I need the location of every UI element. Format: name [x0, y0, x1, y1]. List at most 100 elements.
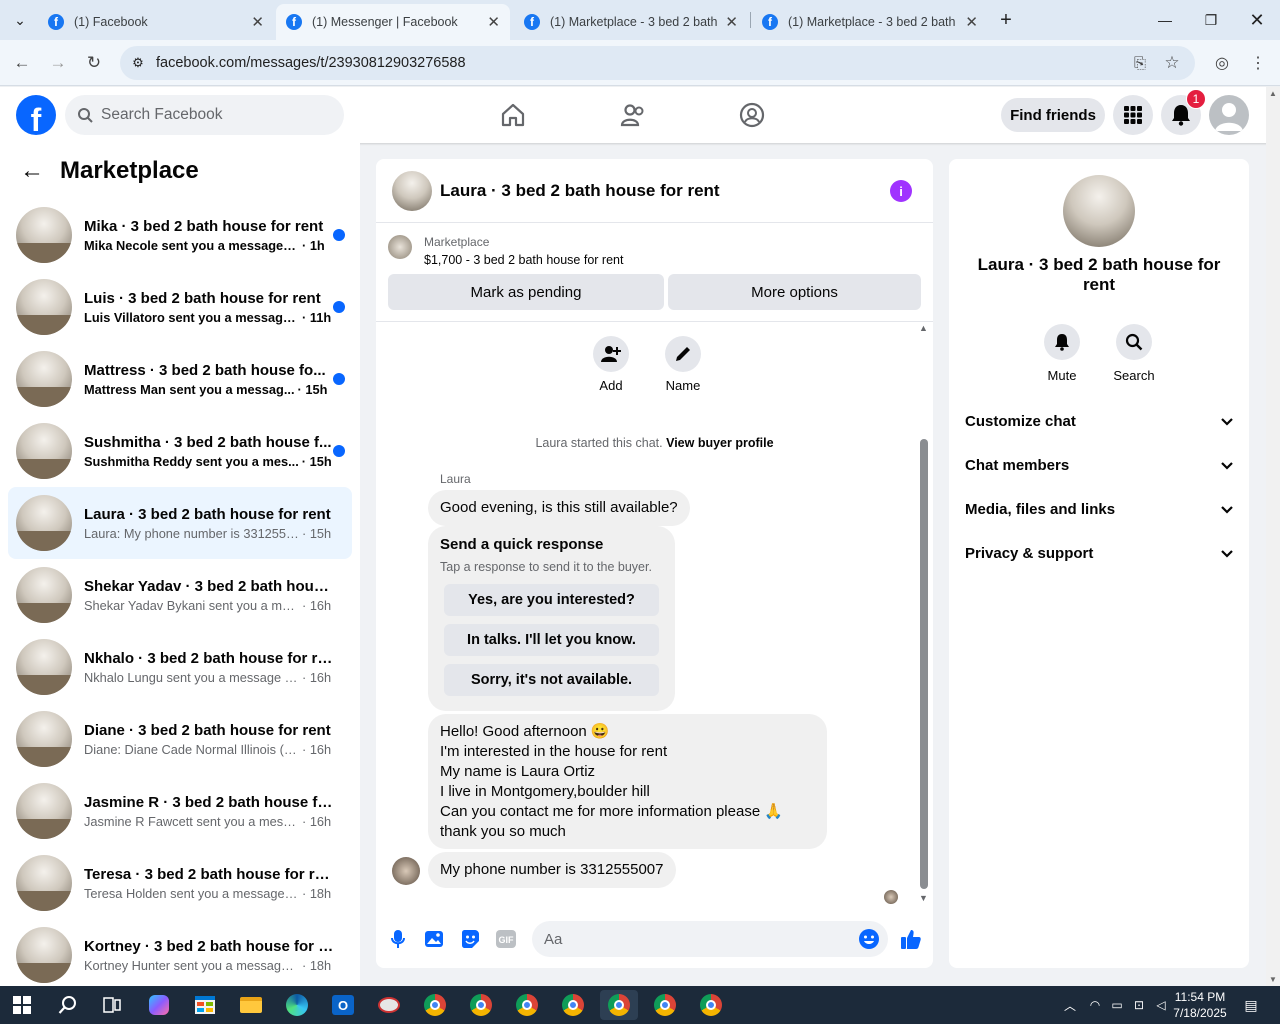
sender-avatar[interactable]: [392, 857, 420, 885]
conversation-item[interactable]: Diane · 3 bed 2 bath house for rent Diane…: [8, 703, 352, 775]
message-bubble[interactable]: My phone number is 3312555007: [428, 852, 676, 888]
close-window-icon[interactable]: ✕: [1234, 0, 1280, 40]
conversation-item[interactable]: Sushmitha · 3 bed 2 bath house f... Sushm…: [8, 415, 352, 487]
minimize-icon[interactable]: —: [1142, 0, 1188, 40]
quick-reply-button[interactable]: In talks. I'll let you know.: [444, 624, 659, 656]
taskbar-search-icon[interactable]: [53, 990, 83, 1020]
photo-icon[interactable]: [422, 927, 446, 951]
system-clock[interactable]: 11:54 PM 7/18/2025: [1170, 989, 1230, 1021]
mark-as-pending-button[interactable]: Mark as pending: [388, 274, 664, 310]
like-thumb-icon[interactable]: [899, 927, 923, 951]
quick-reply-button[interactable]: Sorry, it's not available.: [444, 664, 659, 696]
conversation-item[interactable]: Teresa · 3 bed 2 bath house for rent Tere…: [8, 847, 352, 919]
chrome-profile-icon[interactable]: [466, 990, 496, 1020]
microphone-icon[interactable]: [386, 927, 410, 951]
page-scrollbar[interactable]: ▲ ▼: [1266, 87, 1280, 986]
name-button[interactable]: Name: [653, 336, 713, 393]
chat-scrollbar[interactable]: [920, 439, 928, 889]
search-input[interactable]: Search Facebook: [65, 95, 344, 135]
mute-button[interactable]: Mute: [1032, 324, 1092, 383]
tab-search-icon[interactable]: ⌄: [0, 0, 40, 40]
back-icon[interactable]: ←: [7, 48, 37, 78]
home-icon[interactable]: [497, 99, 529, 131]
message-input[interactable]: Aa: [532, 921, 888, 957]
find-friends-button[interactable]: Find friends: [1001, 98, 1105, 132]
conversation-avatar: [16, 351, 72, 407]
chrome-profile-icon[interactable]: [650, 990, 680, 1020]
notification-center-icon[interactable]: ▤: [1236, 990, 1266, 1020]
tab-title: (1) Marketplace - 3 bed 2 bath h: [788, 15, 958, 29]
conversation-item[interactable]: Laura · 3 bed 2 bath house for rent Laura…: [8, 487, 352, 559]
back-arrow-icon[interactable]: ←: [20, 157, 44, 185]
search-in-chat-button[interactable]: Search: [1104, 324, 1164, 383]
menu-grid-icon[interactable]: [1113, 95, 1153, 135]
chrome-profile-icon[interactable]: [696, 990, 726, 1020]
close-tab-icon[interactable]: ✕: [725, 13, 738, 31]
restore-icon[interactable]: ❐: [1188, 0, 1234, 40]
close-tab-icon[interactable]: ✕: [965, 13, 978, 31]
browser-tab-4[interactable]: f (1) Marketplace - 3 bed 2 bath h ✕: [752, 4, 988, 40]
more-options-button[interactable]: More options: [668, 274, 921, 310]
page-scroll-up-icon[interactable]: ▲: [1266, 89, 1280, 98]
media-files-links-section[interactable]: Media, files and links: [965, 489, 1233, 529]
section-label: Customize chat: [965, 412, 1076, 430]
friends-icon[interactable]: [617, 99, 649, 131]
edge-icon[interactable]: [282, 990, 312, 1020]
browser-tab-3[interactable]: f (1) Marketplace - 3 bed 2 bath h ✕: [514, 4, 748, 40]
outlook-icon[interactable]: O: [328, 990, 358, 1020]
conversation-item[interactable]: Luis · 3 bed 2 bath house for rent Luis V…: [8, 271, 352, 343]
account-avatar[interactable]: [1209, 95, 1249, 135]
emoji-icon[interactable]: [858, 928, 880, 954]
menu-kebab-icon[interactable]: ⋮: [1243, 48, 1273, 78]
chat-members-section[interactable]: Chat members: [965, 445, 1233, 485]
app-icon[interactable]: [374, 990, 404, 1020]
conversation-item[interactable]: Nkhalo · 3 bed 2 bath house for rent Nkha…: [8, 631, 352, 703]
chrome-profile-icon[interactable]: [512, 990, 542, 1020]
bookmark-star-icon[interactable]: ☆: [1157, 48, 1187, 78]
scroll-up-icon[interactable]: ▲: [919, 323, 928, 333]
browser-tab-1[interactable]: f (1) Facebook ✕: [38, 4, 274, 40]
customize-chat-section[interactable]: Customize chat: [965, 401, 1233, 441]
close-tab-icon[interactable]: ✕: [487, 13, 500, 31]
url-field[interactable]: ⚙ facebook.com/messages/t/23930812903276…: [120, 46, 1195, 80]
site-info-icon[interactable]: ⚙: [120, 55, 156, 71]
conversation-item[interactable]: Mika · 3 bed 2 bath house for rent Mika N…: [8, 199, 352, 271]
preview-text: Mattress Man sent you a messag...: [84, 381, 295, 397]
conversation-item[interactable]: Jasmine R · 3 bed 2 bath house for... Jas…: [8, 775, 352, 847]
chrome-active-icon[interactable]: [600, 990, 638, 1020]
message-bubble[interactable]: Good evening, is this still available?: [428, 490, 690, 526]
reload-icon[interactable]: ↻: [79, 48, 109, 78]
facebook-logo[interactable]: f: [16, 95, 56, 135]
close-tab-icon[interactable]: ✕: [251, 13, 264, 31]
chat-avatar[interactable]: [392, 170, 432, 211]
chrome-profile-icon[interactable]: [558, 990, 588, 1020]
profile-avatar[interactable]: [1063, 175, 1135, 247]
task-view-icon[interactable]: [97, 990, 127, 1020]
info-icon[interactable]: i: [890, 180, 912, 202]
page-scroll-down-icon[interactable]: ▼: [1266, 975, 1280, 984]
conversation-item[interactable]: Mattress · 3 bed 2 bath house fo... Mattr…: [8, 343, 352, 415]
privacy-support-section[interactable]: Privacy & support: [965, 533, 1233, 573]
conversation-item[interactable]: Kortney · 3 bed 2 bath house for r... Kor…: [8, 919, 352, 986]
scroll-down-icon[interactable]: ▼: [919, 893, 928, 903]
gif-icon[interactable]: GIF: [494, 927, 518, 951]
sticker-icon[interactable]: [458, 927, 482, 951]
listing-info[interactable]: Marketplace $1,700 - 3 bed 2 bath house …: [388, 235, 623, 267]
message-bubble[interactable]: Hello! Good afternoon 😀 I'm interested i…: [428, 714, 827, 849]
chrome-icon[interactable]: [420, 990, 450, 1020]
new-tab-icon[interactable]: +: [984, 0, 1028, 40]
conversation-item[interactable]: Shekar Yadav · 3 bed 2 bath house... Shek…: [8, 559, 352, 631]
quick-reply-button[interactable]: Yes, are you interested?: [444, 584, 659, 616]
chat-title[interactable]: Laura · 3 bed 2 bath house for rent: [440, 181, 720, 201]
add-people-button[interactable]: Add: [581, 336, 641, 393]
browser-tab-2[interactable]: f (1) Messenger | Facebook ✕: [276, 4, 510, 40]
file-explorer-icon[interactable]: [236, 990, 266, 1020]
forward-icon[interactable]: →: [43, 48, 73, 78]
windows-start-icon[interactable]: [7, 990, 37, 1020]
microsoft-store-icon[interactable]: [190, 990, 220, 1020]
view-buyer-profile-link[interactable]: View buyer profile: [666, 436, 773, 450]
groups-icon[interactable]: [736, 99, 768, 131]
install-app-icon[interactable]: ⎘: [1125, 48, 1155, 78]
profile-icon[interactable]: ◎: [1207, 48, 1237, 78]
copilot-icon[interactable]: [144, 990, 174, 1020]
